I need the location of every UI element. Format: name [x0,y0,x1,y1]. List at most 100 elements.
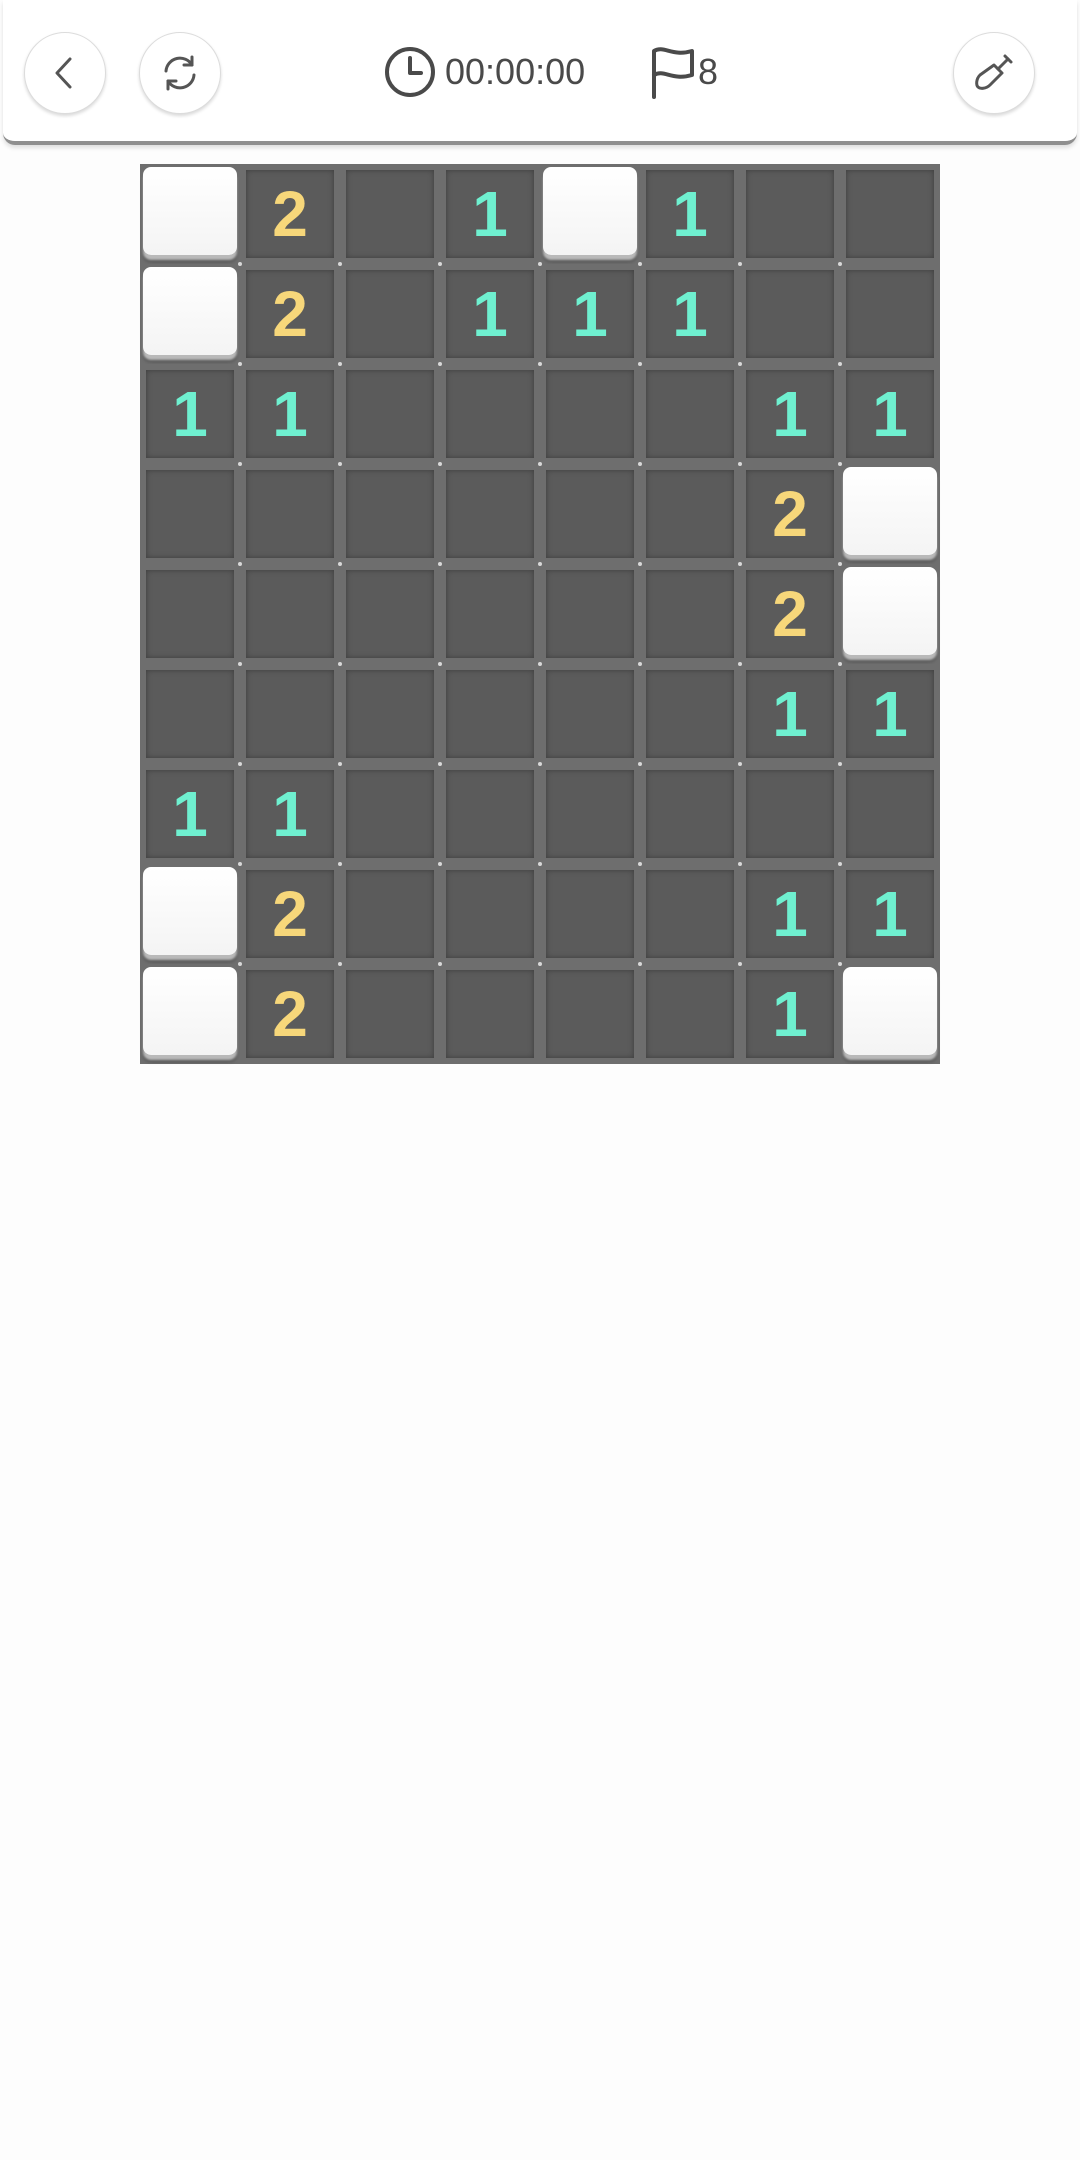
empty-cell[interactable] [440,964,540,1064]
empty-cell[interactable] [240,664,340,764]
empty-cell[interactable] [540,864,640,964]
grid-dot [738,562,742,566]
grid-dot [338,262,342,266]
hidden-cell[interactable] [840,964,940,1064]
empty-cell[interactable] [240,464,340,564]
number-cell[interactable]: 1 [240,764,340,864]
empty-cell[interactable] [740,164,840,264]
empty-cell[interactable] [640,664,740,764]
number-cell[interactable]: 1 [740,864,840,964]
empty-cell[interactable] [340,964,440,1064]
grid-dot [538,362,542,366]
empty-cell[interactable] [540,564,640,664]
hidden-cell[interactable] [540,164,640,264]
back-button[interactable] [24,32,106,114]
number-cell[interactable]: 2 [240,864,340,964]
number-cell[interactable]: 1 [140,364,240,464]
empty-cell[interactable] [440,564,540,664]
number-cell[interactable]: 2 [240,964,340,1064]
hidden-cell[interactable] [140,164,240,264]
number-cell[interactable]: 1 [740,964,840,1064]
empty-cell[interactable] [640,564,740,664]
grid-dot [338,362,342,366]
empty-cell[interactable] [840,164,940,264]
unrevealed-tile [843,967,937,1055]
flag-count: 8 [698,51,719,92]
empty-cell[interactable] [440,664,540,764]
refresh-icon [164,55,196,91]
grid-dot [638,862,642,866]
empty-cell[interactable] [340,464,440,564]
empty-cell[interactable] [340,664,440,764]
empty-cell[interactable] [440,864,540,964]
grid-dot [238,862,242,866]
empty-cell[interactable] [540,964,640,1064]
empty-cell[interactable] [440,764,540,864]
number-cell[interactable]: 1 [740,664,840,764]
number-cell[interactable]: 2 [740,564,840,664]
empty-cell[interactable] [340,564,440,664]
empty-cell[interactable] [340,164,440,264]
number-cell[interactable]: 1 [840,364,940,464]
grid-dot [238,962,242,966]
dig-mode-button[interactable] [953,32,1035,114]
empty-cell[interactable] [440,364,540,464]
empty-cell[interactable] [340,864,440,964]
empty-cell[interactable] [640,464,740,564]
hidden-cell[interactable] [140,264,240,364]
empty-cell[interactable] [340,364,440,464]
empty-cell[interactable] [140,564,240,664]
grid-dot [538,562,542,566]
unrevealed-tile [843,567,937,655]
grid-dot [638,362,642,366]
empty-cell[interactable] [340,264,440,364]
empty-cell[interactable] [540,464,640,564]
number-cell[interactable]: 1 [240,364,340,464]
number-cell[interactable]: 1 [440,264,540,364]
number-cell[interactable]: 1 [140,764,240,864]
empty-cell[interactable] [740,264,840,364]
empty-cell[interactable] [640,764,740,864]
empty-cell[interactable] [540,764,640,864]
empty-cell[interactable] [140,464,240,564]
grid-dot [538,962,542,966]
empty-cell[interactable] [240,564,340,664]
empty-cell[interactable] [340,764,440,864]
empty-cell[interactable] [640,364,740,464]
number-cell[interactable]: 1 [640,164,740,264]
grid-dot [738,762,742,766]
empty-cell[interactable] [140,664,240,764]
empty-cell[interactable] [740,764,840,864]
number-cell[interactable]: 1 [440,164,540,264]
number-cell[interactable]: 2 [240,264,340,364]
grid-dot [838,762,842,766]
number-cell[interactable]: 1 [540,264,640,364]
number-cell[interactable]: 1 [840,664,940,764]
number-cell[interactable]: 1 [840,864,940,964]
grid-dot [438,562,442,566]
empty-cell[interactable] [540,364,640,464]
empty-cell[interactable] [840,764,940,864]
number-cell[interactable]: 1 [640,264,740,364]
grid-dot [738,362,742,366]
empty-cell[interactable] [440,464,540,564]
grid-dot [238,462,242,466]
hidden-cell[interactable] [140,864,240,964]
restart-button[interactable] [139,32,221,114]
grid-dot [238,762,242,766]
grid-dot [538,662,542,666]
empty-cell[interactable] [540,664,640,764]
empty-cell[interactable] [640,964,740,1064]
hidden-cell[interactable] [840,464,940,564]
number-cell[interactable]: 2 [740,464,840,564]
grid-dot [238,562,242,566]
grid-dot [438,762,442,766]
number-cell[interactable]: 1 [740,364,840,464]
hidden-cell[interactable] [840,564,940,664]
empty-cell[interactable] [840,264,940,364]
empty-cell[interactable] [640,864,740,964]
hidden-cell[interactable] [140,964,240,1064]
number-cell[interactable]: 2 [240,164,340,264]
unrevealed-tile [143,967,237,1055]
grid-dot [238,362,242,366]
